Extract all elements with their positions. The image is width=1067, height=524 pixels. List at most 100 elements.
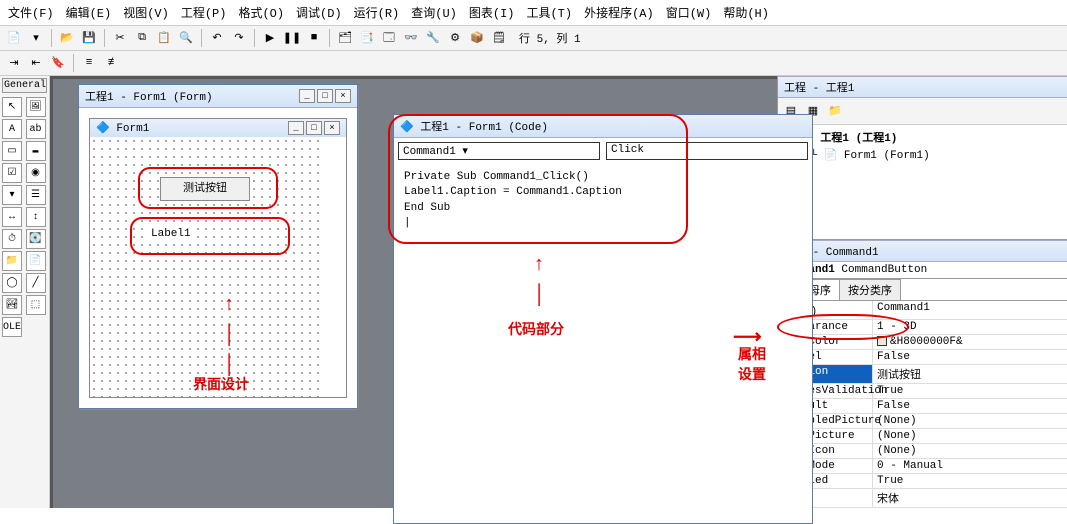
menu-item[interactable]: 帮助(H) xyxy=(719,2,773,23)
close-button[interactable]: × xyxy=(335,89,351,103)
menu-item[interactable]: 调试(D) xyxy=(292,2,346,23)
bookmark-button[interactable]: 🔖 xyxy=(48,53,68,73)
code-callout: 代码部分 xyxy=(508,319,564,339)
redo-button[interactable]: ↷ xyxy=(229,28,249,48)
property-row[interactable]: (名称)Command1 xyxy=(778,301,1067,320)
form-design-surface[interactable]: 测试按钮 Label1 xyxy=(90,137,320,397)
dirlistbox-tool[interactable]: 📁 xyxy=(2,251,22,271)
toolbox-button[interactable]: 🔧 xyxy=(423,28,443,48)
minimize-button[interactable]: _ xyxy=(299,89,315,103)
pause-button[interactable]: ❚❚ xyxy=(282,28,302,48)
vscrollbar-tool[interactable]: ↕ xyxy=(26,207,46,227)
form-layout-button[interactable]: 🗔 xyxy=(379,28,399,48)
menu-item[interactable]: 外接程序(A) xyxy=(580,2,658,23)
prop-tab-categorized[interactable]: 按分类序 xyxy=(839,279,901,300)
menu-item[interactable]: 文件(F) xyxy=(4,2,58,23)
event-dropdown[interactable]: Click xyxy=(606,142,808,160)
component-button[interactable]: 📦 xyxy=(467,28,487,48)
form-designer-window[interactable]: 工程1 - Form1 (Form) _ □ × 🔷 Form1 _ □ × xyxy=(78,84,358,409)
property-row[interactable]: CancelFalse xyxy=(778,350,1067,365)
menu-item[interactable]: 工程(P) xyxy=(177,2,231,23)
project-tree[interactable]: ⊟ 🗂 工程1 (工程1) └ 📄 Form1 (Form1) xyxy=(778,125,1067,240)
property-row[interactable]: DragMode0 - Manual xyxy=(778,459,1067,474)
code-editor-body[interactable]: Private Sub Command1_Click()Label1.Capti… xyxy=(394,164,812,238)
outdent-button[interactable]: ⇤ xyxy=(26,53,46,73)
maximize-button[interactable]: □ xyxy=(317,89,333,103)
new-project-button[interactable]: 📄 xyxy=(4,28,24,48)
add-form-button[interactable]: ▾ xyxy=(26,28,46,48)
copy-button[interactable]: ⧉ xyxy=(132,28,152,48)
data-tool[interactable]: ⬚ xyxy=(26,295,46,315)
indent-button[interactable]: ⇥ xyxy=(4,53,24,73)
drivelistbox-tool[interactable]: 💽 xyxy=(26,229,46,249)
object-dropdown[interactable]: Command1 ▾ xyxy=(398,142,600,160)
pointer-tool[interactable]: ↖ xyxy=(2,97,22,117)
cut-button[interactable]: ✂ xyxy=(110,28,130,48)
shape-tool[interactable]: ◯ xyxy=(2,273,22,293)
object-browser-button[interactable]: 👓 xyxy=(401,28,421,48)
menu-item[interactable]: 运行(R) xyxy=(350,2,404,23)
checkbox-tool[interactable]: ☑ xyxy=(2,163,22,183)
mdi-client-area: 工程1 - Form1 (Form) _ □ × 🔷 Form1 _ □ × xyxy=(50,76,777,508)
hscrollbar-tool[interactable]: ↔ xyxy=(2,207,22,227)
comment-button[interactable]: ≡ xyxy=(79,53,99,73)
properties-object-selector[interactable]: Command1 CommandButton xyxy=(778,262,1067,279)
property-row[interactable]: CausesValidationTrue xyxy=(778,384,1067,399)
right-dock: 工程 - 工程1 ▤ ▦ 📁 ⊟ 🗂 工程1 (工程1) └ 📄 Form1 (… xyxy=(777,76,1067,508)
property-row[interactable]: DragIcon(None) xyxy=(778,444,1067,459)
menu-item[interactable]: 格式(O) xyxy=(234,2,288,23)
property-row[interactable]: DownPicture(None) xyxy=(778,429,1067,444)
label1-control[interactable]: Label1 xyxy=(148,227,194,241)
properties-grid[interactable]: (名称)Command1Appearance1 - 3DBackColor&H8… xyxy=(778,301,1067,508)
property-row[interactable]: DefaultFalse xyxy=(778,399,1067,414)
open-button[interactable]: 📂 xyxy=(57,28,77,48)
uncomment-button[interactable]: ≢ xyxy=(101,53,121,73)
combobox-tool[interactable]: ▾ xyxy=(2,185,22,205)
listbox-tool[interactable]: ☰ xyxy=(26,185,46,205)
optionbutton-tool[interactable]: ◉ xyxy=(26,163,46,183)
stop-button[interactable]: ■ xyxy=(304,28,324,48)
inner-close-button[interactable]: × xyxy=(324,121,340,135)
line-tool[interactable]: ╱ xyxy=(26,273,46,293)
command1-button[interactable]: 测试按钮 xyxy=(160,177,250,201)
filelistbox-tool[interactable]: 📄 xyxy=(26,251,46,271)
picturebox-tool[interactable]: 🖼 xyxy=(26,97,46,117)
property-row[interactable]: DisabledPicture(None) xyxy=(778,414,1067,429)
edit-toolbar: ⇥ ⇤ 🔖 ≡ ≢ xyxy=(0,51,1067,76)
textbox-tool[interactable]: ab xyxy=(26,119,46,139)
undo-button[interactable]: ↶ xyxy=(207,28,227,48)
menu-item[interactable]: 图表(I) xyxy=(465,2,519,23)
inner-min-button[interactable]: _ xyxy=(288,121,304,135)
toolbox-tab-general[interactable]: General xyxy=(2,78,47,93)
menu-item[interactable]: 窗口(W) xyxy=(662,2,716,23)
find-button[interactable]: 🔍 xyxy=(176,28,196,48)
menu-item[interactable]: 查询(U) xyxy=(407,2,461,23)
project-explorer-button[interactable]: 🗂 xyxy=(335,28,355,48)
inner-form-title: Form1 xyxy=(116,123,149,135)
label-tool[interactable]: A xyxy=(2,119,22,139)
image-tool[interactable]: 🏞 xyxy=(2,295,22,315)
property-row[interactable]: Caption测试按钮 xyxy=(778,365,1067,384)
property-row[interactable]: Font宋体 xyxy=(778,489,1067,508)
frame-tool[interactable]: ▭ xyxy=(2,141,22,161)
property-row[interactable]: Appearance1 - 3D xyxy=(778,320,1067,335)
toggle-folders-button[interactable]: 📁 xyxy=(825,101,845,121)
menu-item[interactable]: 视图(V) xyxy=(119,2,173,23)
property-row[interactable]: BackColor&H8000000F& xyxy=(778,335,1067,350)
ole-tool[interactable]: OLE xyxy=(2,317,22,337)
inner-max-button[interactable]: □ xyxy=(306,121,322,135)
property-row[interactable]: EnabledTrue xyxy=(778,474,1067,489)
paste-button[interactable]: 📋 xyxy=(154,28,174,48)
timer-tool[interactable]: ⏱ xyxy=(2,229,22,249)
menu-editor-button[interactable]: 🗒 xyxy=(489,28,509,48)
code-editor-window[interactable]: 🔷 工程1 - Form1 (Code) Command1 ▾ Click Pr… xyxy=(393,114,813,524)
commandbutton-tool[interactable]: ▬ xyxy=(26,141,46,161)
save-button[interactable]: 💾 xyxy=(79,28,99,48)
menu-item[interactable]: 编辑(E) xyxy=(62,2,116,23)
form-designer-title: 工程1 - Form1 (Form) xyxy=(85,88,213,104)
properties-button[interactable]: 📑 xyxy=(357,28,377,48)
data-view-button[interactable]: ⚙ xyxy=(445,28,465,48)
menu-item[interactable]: 工具(T) xyxy=(522,2,576,23)
run-button[interactable]: ▶ xyxy=(260,28,280,48)
design-callout: 界面设计 xyxy=(193,374,249,394)
